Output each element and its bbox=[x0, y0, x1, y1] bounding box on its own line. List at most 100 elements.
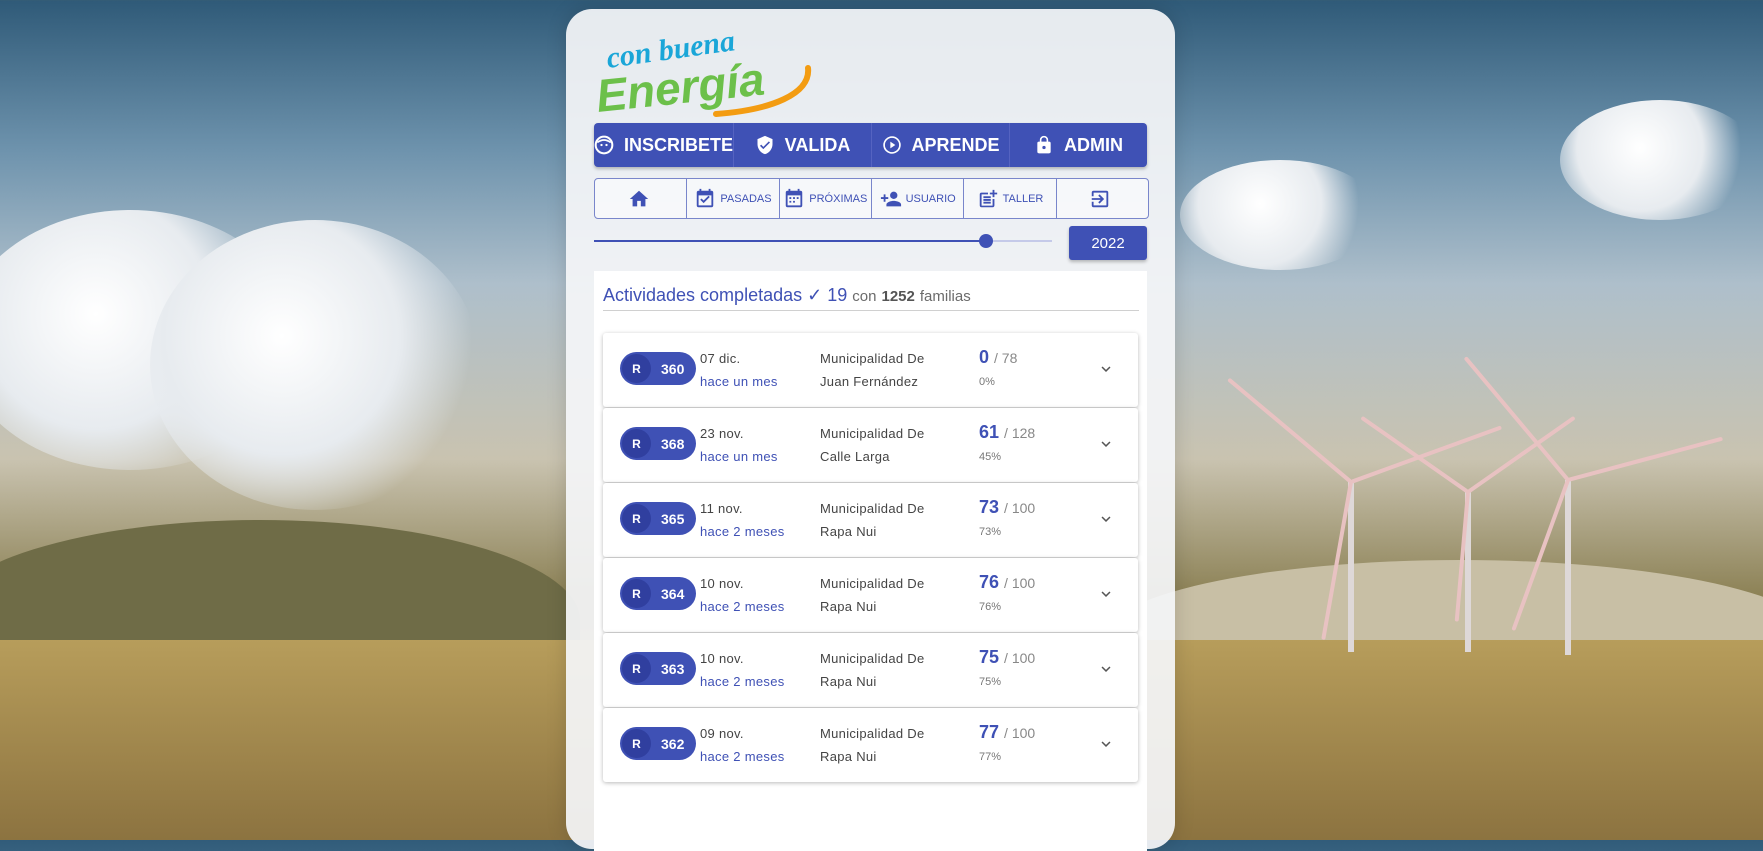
taller-button[interactable]: TALLER bbox=[964, 179, 1057, 218]
activity-date: 23 nov. bbox=[700, 426, 744, 441]
activity-relative-time: hace 2 meses bbox=[700, 674, 785, 689]
nav-valida-button[interactable]: VALIDA bbox=[734, 123, 873, 167]
chevron-down-icon[interactable] bbox=[1097, 435, 1115, 453]
municipality-line2: Calle Larga bbox=[820, 449, 890, 464]
year-slider-thumb[interactable] bbox=[978, 234, 993, 248]
municipality-line2: Rapa Nui bbox=[820, 599, 877, 614]
municipality-line1: Municipalidad De bbox=[820, 726, 925, 741]
municipality-line2: Juan Fernández bbox=[820, 374, 919, 389]
participant-percent: 73% bbox=[979, 526, 1002, 538]
participant-count: 77 / 100 bbox=[979, 722, 1036, 742]
families-count: 1252 bbox=[881, 288, 915, 305]
activity-id: 360 bbox=[661, 360, 685, 377]
face-icon bbox=[594, 135, 614, 155]
activity-date: 07 dic. bbox=[700, 351, 741, 366]
year-slider-fill bbox=[594, 240, 986, 242]
chevron-down-icon[interactable] bbox=[1097, 585, 1115, 603]
activity-id: 365 bbox=[661, 510, 685, 527]
person-add-icon bbox=[880, 191, 901, 206]
activity-date: 11 nov. bbox=[700, 501, 743, 516]
nav-aprende-button[interactable]: APRENDE bbox=[872, 123, 1011, 167]
logout-icon bbox=[1092, 190, 1109, 207]
municipality-line2: Rapa Nui bbox=[820, 674, 877, 689]
chevron-down-icon[interactable] bbox=[1097, 660, 1115, 678]
participant-count: 76 / 100 bbox=[979, 572, 1036, 592]
participant-total: / 100 bbox=[1004, 725, 1036, 741]
calendar-icon bbox=[786, 188, 803, 207]
activity-card[interactable]: R 362 09 nov. hace 2 meses Municipalidad… bbox=[603, 708, 1138, 782]
activity-id-chip[interactable]: R 363 bbox=[620, 652, 696, 685]
nav-inscribete-button[interactable]: INSCRIBETE bbox=[594, 123, 735, 167]
activity-card[interactable]: R 365 11 nov. hace 2 meses Municipalidad… bbox=[603, 483, 1138, 557]
participant-count: 73 / 100 bbox=[979, 497, 1036, 517]
chip-avatar: R bbox=[622, 504, 651, 533]
participant-count: 75 / 100 bbox=[979, 647, 1036, 667]
participant-total: / 128 bbox=[1004, 425, 1036, 441]
subnav-label: USUARIO bbox=[905, 192, 956, 205]
nav-admin-button[interactable]: ADMIN bbox=[1010, 123, 1147, 167]
activity-card[interactable]: R 368 23 nov. hace un mes Municipalidad … bbox=[603, 408, 1138, 482]
chevron-down-icon[interactable] bbox=[1097, 360, 1115, 378]
nav-label: APRENDE bbox=[911, 134, 1000, 155]
home-button[interactable] bbox=[595, 179, 688, 218]
chevron-down-icon[interactable] bbox=[1097, 735, 1115, 753]
activity-date: 09 nov. bbox=[700, 726, 744, 741]
activity-id: 368 bbox=[661, 435, 685, 452]
heading-title: Actividades completadas bbox=[603, 285, 803, 305]
activity-id: 362 bbox=[661, 735, 685, 752]
participant-percent: 77% bbox=[979, 751, 1002, 763]
activity-id-chip[interactable]: R 360 bbox=[620, 352, 696, 385]
participant-total: / 78 bbox=[994, 350, 1018, 366]
participant-percent: 0% bbox=[979, 376, 995, 388]
nav-label: ADMIN bbox=[1064, 134, 1124, 155]
chevron-down-icon[interactable] bbox=[1097, 510, 1115, 528]
calendar-check-icon bbox=[697, 188, 714, 207]
activity-card[interactable]: R 363 10 nov. hace 2 meses Municipalidad… bbox=[603, 633, 1138, 707]
participant-percent: 75% bbox=[979, 676, 1002, 688]
chip-avatar: R bbox=[622, 654, 651, 683]
activity-id-chip[interactable]: R 365 bbox=[620, 502, 696, 535]
activity-relative-time: hace 2 meses bbox=[700, 599, 785, 614]
municipality-line2: Rapa Nui bbox=[820, 524, 877, 539]
con-buena-energia-logo: con buena Energía bbox=[596, 28, 812, 120]
year-button[interactable]: 2022 bbox=[1069, 226, 1147, 260]
municipality-line1: Municipalidad De bbox=[820, 651, 925, 666]
chip-avatar: R bbox=[622, 729, 651, 758]
activity-id-chip[interactable]: R 364 bbox=[620, 577, 696, 610]
nav-label: INSCRIBETE bbox=[624, 134, 734, 155]
proximas-button[interactable]: PRÓXIMAS bbox=[780, 179, 872, 218]
con-text: con bbox=[852, 288, 877, 305]
activities-heading: Actividades completadas ✓ 19 con 1252 fa… bbox=[603, 285, 1139, 311]
nav-label: VALIDA bbox=[784, 134, 851, 155]
top-nav: INSCRIBETE VALIDA APRENDE ADMIN bbox=[594, 123, 1147, 167]
shield-check-icon bbox=[757, 135, 773, 155]
activity-card[interactable]: R 360 07 dic. hace un mes Municipalidad … bbox=[603, 333, 1138, 407]
chip-avatar: R bbox=[622, 354, 651, 383]
subnav-label: TALLER bbox=[1002, 192, 1044, 205]
usuario-button[interactable]: USUARIO bbox=[872, 179, 965, 218]
home-icon bbox=[629, 190, 648, 206]
participant-count: 0 / 78 bbox=[979, 347, 1018, 367]
municipality-line2: Rapa Nui bbox=[820, 749, 877, 764]
municipality-line1: Municipalidad De bbox=[820, 576, 925, 591]
check-icon: ✓ bbox=[807, 285, 823, 305]
activity-id-chip[interactable]: R 362 bbox=[620, 727, 696, 760]
activity-relative-time: hace 2 meses bbox=[700, 749, 785, 764]
activity-id-chip[interactable]: R 368 bbox=[620, 427, 696, 460]
participant-total: / 100 bbox=[1004, 650, 1036, 666]
families-label: familias bbox=[919, 288, 971, 305]
municipality-line1: Municipalidad De bbox=[820, 351, 925, 366]
participant-percent: 76% bbox=[979, 601, 1002, 613]
year-slider[interactable] bbox=[594, 234, 1052, 248]
logout-button[interactable] bbox=[1057, 179, 1148, 218]
pasadas-button[interactable]: PASADAS bbox=[687, 179, 780, 218]
subnav-label: PASADAS bbox=[720, 192, 772, 205]
activity-id: 364 bbox=[661, 585, 685, 602]
activities-count: 19 bbox=[827, 285, 848, 305]
chip-avatar: R bbox=[622, 429, 651, 458]
municipality-line1: Municipalidad De bbox=[820, 501, 925, 516]
activity-card[interactable]: R 364 10 nov. hace 2 meses Municipalidad… bbox=[603, 558, 1138, 632]
activity-relative-time: hace 2 meses bbox=[700, 524, 785, 539]
post-add-icon bbox=[979, 189, 997, 207]
activity-relative-time: hace un mes bbox=[700, 374, 778, 389]
